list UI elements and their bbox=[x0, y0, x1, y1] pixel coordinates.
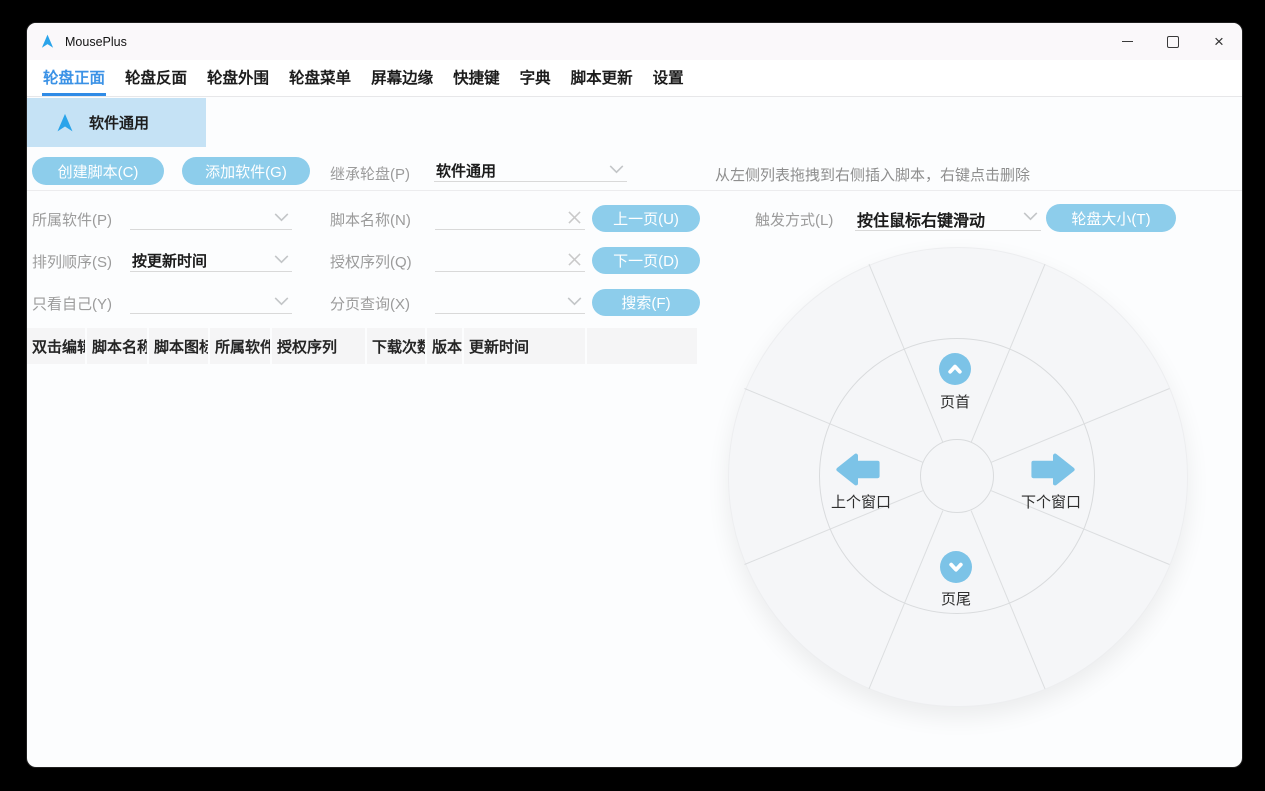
close-icon: × bbox=[1214, 33, 1224, 50]
script-name-label: 脚本名称(N) bbox=[330, 209, 411, 230]
inherit-wheel-select[interactable]: 软件通用 bbox=[434, 157, 627, 182]
search-button[interactable]: 搜索(F) bbox=[592, 289, 700, 316]
wheel-preview: 页首 上个窗口 下个窗口 页尾 bbox=[728, 247, 1188, 707]
app-window: MousePlus × 轮盘正面 轮盘反面 轮盘外围 轮盘菜单 屏幕边缘 快捷键… bbox=[27, 23, 1242, 767]
prev-page-button[interactable]: 上一页(U) bbox=[592, 205, 700, 232]
only-mine-label: 只看自己(Y) bbox=[32, 293, 112, 314]
tab-wheel-front[interactable]: 轮盘正面 bbox=[42, 60, 106, 96]
wheel-sector-left-label[interactable]: 上个窗口 bbox=[821, 491, 901, 512]
col-script-name[interactable]: 脚本名称 bbox=[87, 328, 149, 364]
arrow-right-icon[interactable] bbox=[1030, 451, 1076, 493]
maximize-icon bbox=[1167, 36, 1179, 48]
col-update-time[interactable]: 更新时间 bbox=[464, 328, 587, 364]
auth-serial-input[interactable] bbox=[435, 247, 585, 272]
clear-icon[interactable] bbox=[568, 253, 581, 266]
inherit-wheel-label: 继承轮盘(P) bbox=[330, 163, 410, 184]
col-owner-software[interactable]: 所属软件 bbox=[210, 328, 272, 364]
app-title: MousePlus bbox=[65, 35, 127, 49]
trigger-mode-select[interactable]: 按住鼠标右键滑动 bbox=[855, 204, 1041, 231]
page-query-label: 分页查询(X) bbox=[330, 293, 410, 314]
drag-hint-text: 从左侧列表拖拽到右侧插入脚本，右键点击删除 bbox=[715, 164, 1030, 185]
tab-wheel-outer[interactable]: 轮盘外围 bbox=[206, 60, 270, 96]
col-filler bbox=[587, 328, 699, 364]
trigger-mode-value: 按住鼠标右键滑动 bbox=[857, 207, 985, 231]
tab-settings[interactable]: 设置 bbox=[652, 60, 685, 96]
titlebar: MousePlus × bbox=[27, 23, 1242, 60]
chevron-down-icon bbox=[274, 255, 289, 264]
minimize-button[interactable] bbox=[1104, 23, 1150, 60]
col-script-icon[interactable]: 脚本图标 bbox=[149, 328, 210, 364]
wheel-sector-bottom-label[interactable]: 页尾 bbox=[926, 588, 986, 609]
next-page-button[interactable]: 下一页(D) bbox=[592, 247, 700, 274]
wheel-list-item-selected[interactable]: 软件通用 bbox=[27, 98, 206, 147]
tab-bar: 轮盘正面 轮盘反面 轮盘外围 轮盘菜单 屏幕边缘 快捷键 字典 脚本更新 设置 bbox=[27, 60, 1242, 97]
page-query-select[interactable] bbox=[435, 289, 585, 314]
col-auth-serial[interactable]: 授权序列 bbox=[272, 328, 367, 364]
sort-order-value: 按更新时间 bbox=[132, 250, 207, 271]
tab-script-update[interactable]: 脚本更新 bbox=[570, 60, 634, 96]
sort-order-select[interactable]: 按更新时间 bbox=[130, 247, 292, 272]
chevron-down-icon bbox=[1023, 212, 1038, 221]
maximize-button[interactable] bbox=[1150, 23, 1196, 60]
add-software-button[interactable]: 添加软件(G) bbox=[182, 157, 310, 185]
chevron-down-circle-icon[interactable] bbox=[940, 551, 972, 583]
col-double-click-edit[interactable]: 双击编辑 bbox=[27, 328, 87, 364]
script-name-input[interactable] bbox=[435, 205, 585, 230]
wheel-sector-right-label[interactable]: 下个窗口 bbox=[1011, 491, 1091, 512]
window-controls: × bbox=[1104, 23, 1242, 60]
wheel-sector-top-label[interactable]: 页首 bbox=[925, 391, 985, 412]
tab-hotkeys[interactable]: 快捷键 bbox=[452, 60, 501, 96]
owner-software-select[interactable] bbox=[130, 205, 292, 230]
minimize-icon bbox=[1122, 41, 1133, 42]
sort-order-label: 排列顺序(S) bbox=[32, 251, 112, 272]
chevron-down-icon bbox=[609, 165, 624, 174]
tab-wheel-menu[interactable]: 轮盘菜单 bbox=[288, 60, 352, 96]
create-script-button[interactable]: 创建脚本(C) bbox=[32, 157, 164, 185]
inherit-wheel-value: 软件通用 bbox=[436, 160, 496, 181]
close-button[interactable]: × bbox=[1196, 23, 1242, 60]
clear-icon[interactable] bbox=[568, 211, 581, 224]
owner-software-label: 所属软件(P) bbox=[32, 209, 112, 230]
chevron-down-icon bbox=[567, 297, 582, 306]
toolbar-divider bbox=[27, 190, 1242, 191]
arrow-left-icon[interactable] bbox=[835, 451, 881, 493]
app-logo-icon bbox=[40, 34, 55, 49]
col-download-count[interactable]: 下载次数 bbox=[367, 328, 427, 364]
script-table-header: 双击编辑 脚本名称 脚本图标 所属软件 授权序列 下载次数 版本 更新时间 bbox=[27, 328, 699, 364]
tab-screen-edge[interactable]: 屏幕边缘 bbox=[370, 60, 434, 96]
wheel-list-item-label: 软件通用 bbox=[89, 112, 149, 133]
chevron-down-icon bbox=[274, 297, 289, 306]
tab-wheel-back[interactable]: 轮盘反面 bbox=[124, 60, 188, 96]
chevron-up-circle-icon[interactable] bbox=[939, 353, 971, 385]
trigger-mode-label: 触发方式(L) bbox=[755, 209, 833, 230]
auth-serial-label: 授权序列(Q) bbox=[330, 251, 412, 272]
wheel-size-button[interactable]: 轮盘大小(T) bbox=[1046, 204, 1176, 232]
wheel-center-circle bbox=[920, 439, 994, 513]
cursor-triangle-icon bbox=[55, 113, 75, 133]
tab-dictionary[interactable]: 字典 bbox=[519, 60, 552, 96]
col-version[interactable]: 版本 bbox=[427, 328, 464, 364]
only-mine-select[interactable] bbox=[130, 289, 292, 314]
chevron-down-icon bbox=[274, 213, 289, 222]
